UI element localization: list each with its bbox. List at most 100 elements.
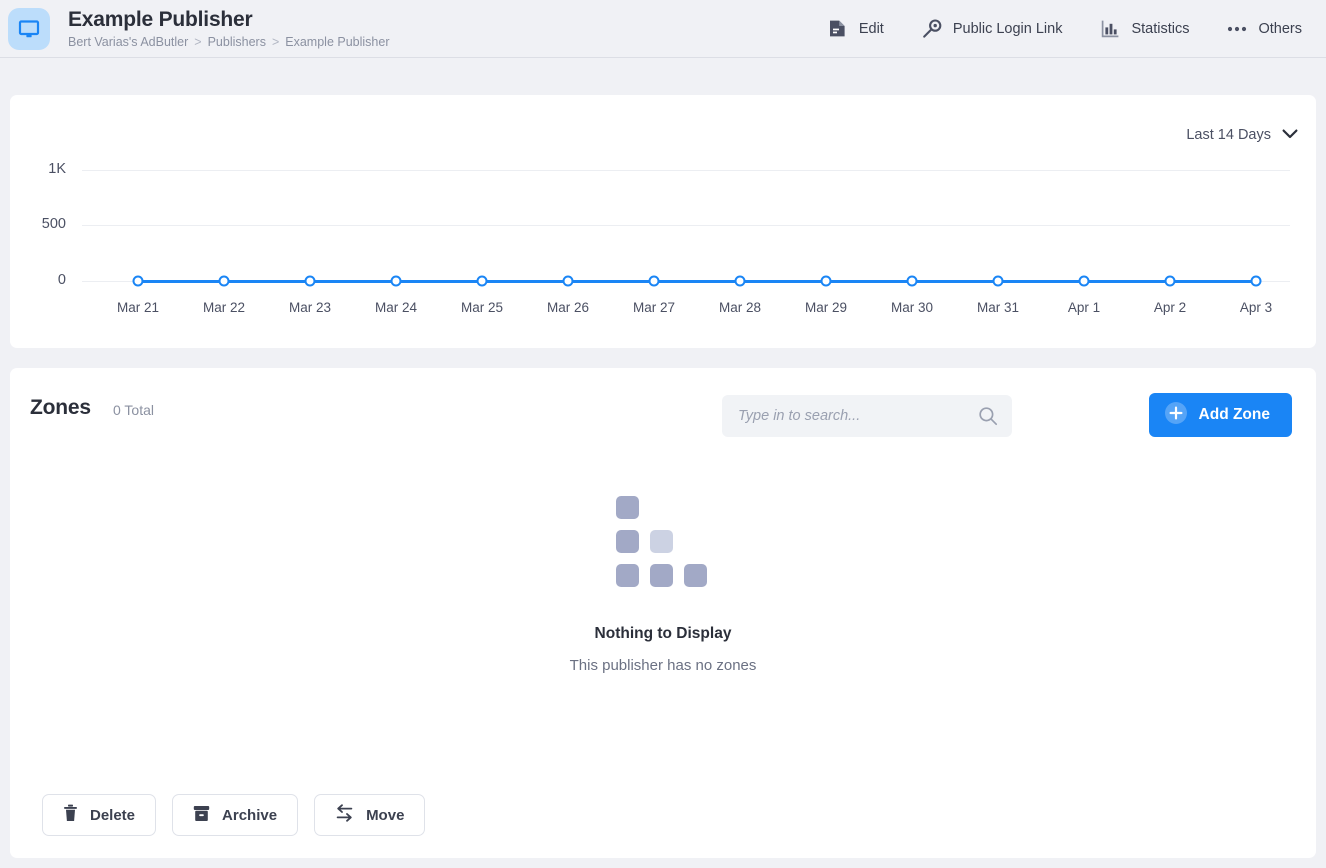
archive-icon	[193, 805, 210, 826]
x-axis-label: Mar 31	[977, 300, 1019, 315]
chart-data-point[interactable]	[821, 276, 832, 287]
header-toolbar: Edit Public Login Link	[828, 19, 1302, 39]
breadcrumb-separator: >	[272, 35, 279, 50]
chart-line-segment	[568, 280, 654, 283]
block	[616, 496, 639, 519]
others-label: Others	[1258, 21, 1302, 37]
chart-gridline	[82, 225, 1290, 226]
breadcrumb-separator: >	[194, 35, 201, 50]
zones-count: 0 Total	[113, 402, 154, 418]
chart-data-point[interactable]	[477, 276, 488, 287]
blocks-row	[616, 530, 710, 553]
key-icon	[922, 19, 942, 39]
add-zone-button[interactable]: Add Zone	[1149, 393, 1292, 437]
others-button[interactable]: Others	[1227, 19, 1302, 39]
chart-gridline	[82, 170, 1290, 171]
chart-card: Last 14 Days 1K5000Mar 21Mar 22Mar 23Mar…	[10, 95, 1316, 348]
chart-line-segment	[912, 280, 998, 283]
empty-state: Nothing to Display This publisher has no…	[10, 496, 1316, 674]
x-axis-label: Mar 28	[719, 300, 761, 315]
breadcrumb-item-account[interactable]: Bert Varias's AdButler	[68, 35, 188, 50]
block	[616, 530, 639, 553]
chart-line-segment	[998, 280, 1084, 283]
chart-line-segment	[138, 280, 224, 283]
chart-data-point[interactable]	[907, 276, 918, 287]
x-axis-label: Mar 23	[289, 300, 331, 315]
move-label: Move	[366, 807, 404, 824]
breadcrumb-item-current: Example Publisher	[285, 35, 389, 50]
archive-label: Archive	[222, 807, 277, 824]
chart-data-point[interactable]	[649, 276, 660, 287]
x-axis-label: Mar 22	[203, 300, 245, 315]
x-axis-label: Mar 30	[891, 300, 933, 315]
empty-state-subtitle: This publisher has no zones	[570, 657, 757, 674]
chart-line-segment	[654, 280, 740, 283]
page-header: Example Publisher Bert Varias's AdButler…	[0, 0, 1326, 58]
edit-button[interactable]: Edit	[828, 19, 884, 39]
chart-line-segment	[482, 280, 568, 283]
x-axis-label: Apr 3	[1240, 300, 1272, 315]
breadcrumb: Bert Varias's AdButler > Publishers > Ex…	[68, 35, 389, 50]
plus-circle-icon	[1165, 402, 1187, 429]
block-light	[650, 530, 673, 553]
y-axis-label: 500	[10, 216, 66, 232]
block	[616, 564, 639, 587]
blocks-staircase-icon	[616, 496, 710, 587]
public-login-link-button[interactable]: Public Login Link	[922, 19, 1063, 39]
add-zone-label: Add Zone	[1199, 406, 1270, 424]
block	[684, 564, 707, 587]
chart-data-point[interactable]	[563, 276, 574, 287]
document-icon	[828, 19, 848, 39]
publisher-detail-page: Example Publisher Bert Varias's AdButler…	[0, 0, 1326, 868]
chart-line-segment	[1084, 280, 1170, 283]
y-axis-label: 1K	[10, 161, 66, 177]
chart-line-segment	[1170, 280, 1256, 283]
zones-card: Zones 0 Total Add Zone	[10, 368, 1316, 858]
statistics-button[interactable]: Statistics	[1100, 19, 1189, 39]
chart-line-segment	[224, 280, 310, 283]
chart-data-point[interactable]	[993, 276, 1004, 287]
chart-data-point[interactable]	[219, 276, 230, 287]
chart-data-point[interactable]	[1165, 276, 1176, 287]
x-axis-label: Apr 1	[1068, 300, 1100, 315]
delete-button[interactable]: Delete	[42, 794, 156, 836]
empty-state-title: Nothing to Display	[595, 625, 732, 643]
x-axis-label: Mar 25	[461, 300, 503, 315]
statistics-label: Statistics	[1131, 21, 1189, 37]
chart-data-point[interactable]	[1079, 276, 1090, 287]
x-axis-label: Mar 29	[805, 300, 847, 315]
search-input[interactable]	[722, 395, 1012, 437]
bar-chart-icon	[1100, 19, 1120, 39]
chart-data-point[interactable]	[735, 276, 746, 287]
x-axis-label: Mar 27	[633, 300, 675, 315]
chart-data-point[interactable]	[305, 276, 316, 287]
search-field	[722, 395, 1012, 437]
public-login-link-label: Public Login Link	[953, 21, 1063, 37]
archive-button[interactable]: Archive	[172, 794, 298, 836]
title-block: Example Publisher Bert Varias's AdButler…	[68, 8, 389, 50]
block	[650, 564, 673, 587]
chart-line-segment	[396, 280, 482, 283]
y-axis-label: 0	[10, 272, 66, 288]
chart-data-point[interactable]	[1251, 276, 1262, 287]
x-axis-label: Mar 26	[547, 300, 589, 315]
chart-line-segment	[740, 280, 826, 283]
breadcrumb-item-publishers[interactable]: Publishers	[208, 35, 266, 50]
ellipsis-icon	[1227, 19, 1247, 39]
move-button[interactable]: Move	[314, 794, 425, 836]
blocks-row	[616, 564, 710, 587]
delete-label: Delete	[90, 807, 135, 824]
chart-line-segment	[826, 280, 912, 283]
zones-title: Zones	[30, 396, 91, 420]
chart-data-point[interactable]	[133, 276, 144, 287]
x-axis-label: Apr 2	[1154, 300, 1186, 315]
impressions-line-chart: 1K5000Mar 21Mar 22Mar 23Mar 24Mar 25Mar …	[10, 95, 1316, 348]
monitor-icon	[8, 8, 50, 50]
x-axis-label: Mar 21	[117, 300, 159, 315]
blocks-row	[616, 496, 710, 519]
chart-data-point[interactable]	[391, 276, 402, 287]
page-title: Example Publisher	[68, 8, 389, 32]
edit-label: Edit	[859, 21, 884, 37]
chart-line-segment	[310, 280, 396, 283]
trash-icon	[63, 804, 78, 826]
